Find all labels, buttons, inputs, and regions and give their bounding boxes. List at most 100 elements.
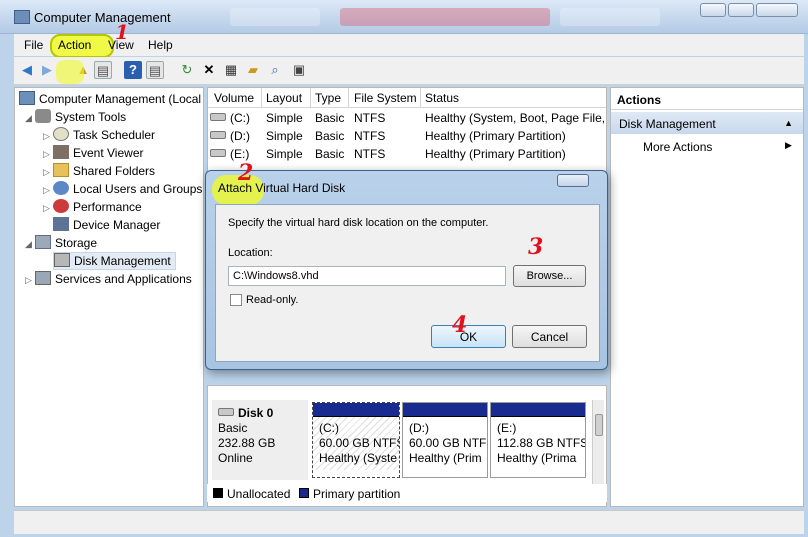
menu-help[interactable]: Help: [148, 38, 173, 52]
open-folder-icon[interactable]: ▰: [244, 61, 262, 79]
column-header-volume[interactable]: Volume: [214, 91, 254, 105]
submenu-arrow-icon: ▶: [785, 140, 792, 150]
shared-folder-icon: [53, 163, 69, 177]
delete-icon[interactable]: ✕: [200, 61, 218, 79]
table-row[interactable]: (E:) Simple Basic NTFS Healthy (Primary …: [208, 145, 606, 163]
users-icon: [53, 181, 69, 195]
menu-file[interactable]: File: [24, 38, 43, 52]
tree-item-disk-management[interactable]: Disk Management: [53, 252, 176, 270]
tools-icon: [35, 109, 51, 123]
readonly-checkbox[interactable]: [230, 294, 242, 306]
actions-heading: Actions: [611, 88, 803, 110]
annotation-step-2: 2: [238, 160, 254, 186]
collapse-arrow-icon[interactable]: ▷: [43, 149, 53, 160]
export-list-icon[interactable]: ▣: [290, 61, 308, 79]
expand-arrow-icon[interactable]: ◢: [25, 239, 35, 250]
computer-management-icon: [14, 10, 30, 24]
annotation-step-1: 1: [115, 20, 129, 44]
window-title: Computer Management: [34, 10, 171, 25]
status-bar: [14, 510, 804, 534]
browse-button[interactable]: Browse...: [513, 265, 586, 287]
disk-management-icon: [54, 253, 70, 267]
computer-icon: [19, 91, 35, 105]
tree-item-storage[interactable]: ◢ Storage: [25, 235, 97, 253]
attach-vhd-dialog: Attach Virtual Hard Disk Specify the vir…: [205, 170, 608, 370]
close-button[interactable]: [756, 3, 798, 17]
dialog-close-button[interactable]: [557, 174, 589, 187]
tree-item-device-manager[interactable]: Device Manager: [53, 217, 160, 235]
table-row[interactable]: (D:) Simple Basic NTFS Healthy (Primary …: [208, 127, 606, 145]
annotation-step-4: 4: [452, 312, 468, 338]
location-input[interactable]: [228, 266, 506, 286]
column-header-status[interactable]: Status: [425, 91, 459, 105]
vertical-scrollbar[interactable]: [592, 400, 604, 496]
show-hide-console-tree-icon[interactable]: ▤: [94, 61, 112, 79]
tree-item-system-tools[interactable]: ◢ System Tools: [25, 109, 126, 127]
tree-item-event-viewer[interactable]: ▷ Event Viewer: [43, 145, 143, 163]
scrollbar-thumb[interactable]: [595, 414, 603, 436]
partition-c[interactable]: (C:) 60.00 GB NTFS Healthy (Syste: [312, 402, 400, 478]
readonly-label: Read-only.: [246, 294, 299, 306]
menu-bar: File Action View Help: [14, 34, 804, 58]
tree-item-performance[interactable]: ▷ Performance: [43, 199, 142, 217]
disk-icon: [218, 408, 234, 416]
tree-item-task-scheduler[interactable]: ▷ Task Scheduler: [43, 127, 155, 145]
table-row[interactable]: (C:) Simple Basic NTFS Healthy (System, …: [208, 109, 606, 127]
partition-legend: Unallocated Primary partition: [207, 484, 607, 502]
partition-e[interactable]: (E:) 112.88 GB NTFS Healthy (Prima: [490, 402, 586, 478]
search-icon[interactable]: ⌕: [266, 61, 284, 79]
tree-item-services[interactable]: ▷ Services and Applications: [25, 271, 192, 289]
background-taskbar-item: [340, 8, 550, 26]
console-tree: Computer Management (Local ◢ System Tools…: [14, 87, 204, 507]
storage-icon: [35, 235, 51, 249]
partition-d[interactable]: (D:) 60.00 GB NTFS Healthy (Prim: [402, 402, 488, 478]
column-header-type[interactable]: Type: [315, 91, 341, 105]
show-hide-action-pane-icon[interactable]: ▤: [146, 61, 164, 79]
tree-item-computer-management[interactable]: Computer Management (Local: [19, 91, 201, 109]
more-actions-link[interactable]: More Actions: [643, 140, 712, 154]
annotation-step-3: 3: [528, 234, 544, 260]
performance-icon: [53, 199, 69, 213]
collapse-up-icon[interactable]: ▲: [784, 118, 793, 128]
back-arrow-icon[interactable]: ◀: [18, 61, 36, 79]
unallocated-swatch: [213, 488, 223, 498]
disk-info[interactable]: Disk 0 Basic 232.88 GB Online: [212, 400, 308, 480]
volume-list: Volume Layout Type File System Status (C…: [207, 87, 607, 172]
tree-item-shared-folders[interactable]: ▷ Shared Folders: [43, 163, 155, 181]
event-viewer-icon: [53, 145, 69, 159]
forward-arrow-icon[interactable]: ▶: [38, 61, 56, 79]
drive-icon: [210, 131, 226, 139]
collapse-arrow-icon[interactable]: ▷: [43, 131, 53, 142]
maximize-button[interactable]: [728, 3, 754, 17]
actions-pane: Actions Disk Management ▲ More Actions ▶: [610, 87, 804, 507]
location-label: Location:: [228, 247, 273, 259]
cancel-button[interactable]: Cancel: [512, 325, 587, 348]
volume-list-header: Volume Layout Type File System Status: [208, 88, 606, 108]
minimize-button[interactable]: [700, 3, 726, 17]
column-header-layout[interactable]: Layout: [266, 91, 302, 105]
dialog-body: Specify the virtual hard disk location o…: [215, 204, 600, 362]
dialog-description: Specify the virtual hard disk location o…: [228, 217, 489, 229]
refresh-icon[interactable]: ↻: [178, 61, 196, 79]
collapse-arrow-icon[interactable]: ▷: [43, 203, 53, 214]
clock-icon: [53, 127, 69, 141]
column-header-file-system[interactable]: File System: [354, 91, 417, 105]
actions-section-disk-management[interactable]: Disk Management ▲: [611, 112, 803, 134]
drive-icon: [210, 113, 226, 121]
device-manager-icon: [53, 217, 69, 231]
collapse-arrow-icon[interactable]: ▷: [43, 167, 53, 178]
collapse-arrow-icon[interactable]: ▷: [43, 185, 53, 196]
collapse-arrow-icon[interactable]: ▷: [25, 275, 35, 286]
expand-arrow-icon[interactable]: ◢: [25, 113, 35, 124]
toolbar: ◀ ▶ ▲ ▤ ? ▤ ↻ ✕ ▦ ▰ ⌕ ▣: [14, 57, 804, 85]
drive-icon: [210, 149, 226, 157]
background-taskbar-item: [560, 8, 660, 26]
properties-icon[interactable]: ▦: [222, 61, 240, 79]
ok-button[interactable]: OK: [431, 325, 506, 348]
primary-swatch: [299, 488, 309, 498]
tree-item-local-users[interactable]: ▷ Local Users and Groups: [43, 181, 202, 199]
menu-action[interactable]: Action: [58, 38, 91, 52]
help-icon[interactable]: ?: [124, 61, 142, 79]
background-taskbar-item: [230, 8, 320, 26]
legend-primary: Primary partition: [313, 487, 401, 501]
